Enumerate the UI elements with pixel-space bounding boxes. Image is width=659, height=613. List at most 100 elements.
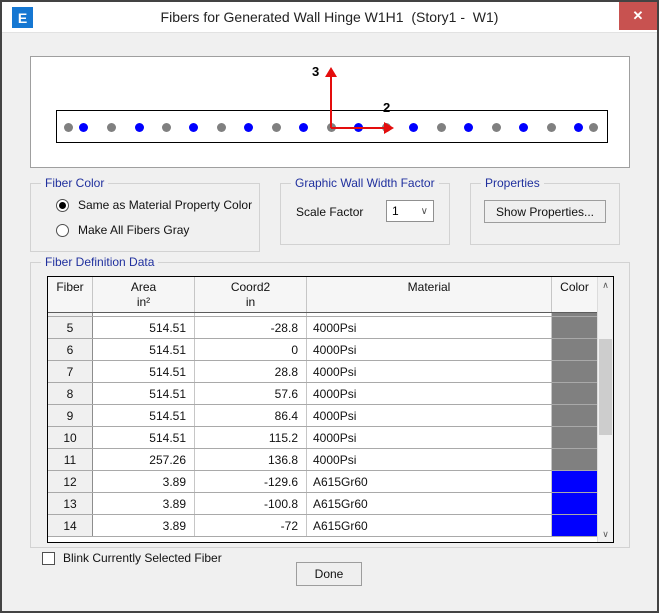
radio-icon[interactable] [56, 199, 69, 212]
color-swatch[interactable] [552, 361, 597, 382]
material-cell[interactable]: 4000Psi [307, 317, 552, 338]
row-header-cell[interactable]: 10 [48, 427, 93, 448]
color-swatch[interactable] [552, 313, 597, 316]
coord2-cell[interactable]: -72 [195, 515, 307, 536]
axis-3-line [330, 75, 332, 128]
table-row: 11257.26136.84000Psi [48, 449, 613, 471]
table-row: 10514.51115.24000Psi [48, 427, 613, 449]
color-swatch[interactable] [552, 471, 597, 492]
color-swatch[interactable] [552, 339, 597, 360]
axis-2-line [331, 127, 386, 129]
axis-2-arrowhead-icon [384, 122, 394, 134]
chevron-down-icon: ∨ [421, 206, 433, 217]
coord2-cell[interactable]: -129.6 [195, 471, 307, 492]
properties-group-title: Properties [481, 176, 544, 191]
blink-fiber-option[interactable]: Blink Currently Selected Fiber [42, 551, 222, 565]
coord2-cell[interactable]: 0 [195, 339, 307, 360]
done-button[interactable]: Done [296, 562, 362, 586]
fiber-dot-blue [189, 123, 198, 132]
area-cell[interactable]: 514.51 [93, 317, 195, 338]
color-swatch[interactable] [552, 515, 597, 536]
radio-label: Same as Material Property Color [78, 198, 252, 212]
area-cell[interactable]: 514.51 [93, 383, 195, 404]
material-cell[interactable]: 4000Psi [307, 339, 552, 360]
color-swatch[interactable] [552, 383, 597, 404]
row-header-cell[interactable]: 14 [48, 515, 93, 536]
table-row: 7514.5128.84000Psi [48, 361, 613, 383]
color-swatch[interactable] [552, 449, 597, 470]
row-header-cell[interactable]: 13 [48, 493, 93, 514]
row-header-cell[interactable]: 8 [48, 383, 93, 404]
axis-3-label: 3 [312, 64, 319, 79]
material-cell[interactable]: A615Gr60 [307, 471, 552, 492]
coord2-cell[interactable]: 115.2 [195, 427, 307, 448]
color-swatch[interactable] [552, 405, 597, 426]
area-cell[interactable]: 3.89 [93, 493, 195, 514]
area-cell[interactable]: 257.26 [93, 449, 195, 470]
fiber-dot-gray [437, 123, 446, 132]
scale-factor-dropdown[interactable]: 1 ∨ [386, 200, 434, 222]
area-cell[interactable]: 514.51 [93, 427, 195, 448]
close-button[interactable]: ✕ [619, 2, 657, 30]
radio-same-as-material-color[interactable]: Same as Material Property Color [56, 198, 252, 212]
column-label: Area [131, 280, 156, 295]
radio-make-all-fibers-gray[interactable]: Make All Fibers Gray [56, 223, 189, 237]
area-cell[interactable]: 3.89 [93, 471, 195, 492]
color-swatch[interactable] [552, 493, 597, 514]
area-cell[interactable]: 3.89 [93, 515, 195, 536]
fiber-dot-gray [492, 123, 501, 132]
material-cell[interactable]: A615Gr60 [307, 493, 552, 514]
coord2-cell[interactable]: -28.8 [195, 317, 307, 338]
row-header-cell[interactable]: 5 [48, 317, 93, 338]
properties-group: Properties Show Properties... [470, 183, 620, 245]
column-header-coord2: Coord2 in [195, 277, 307, 312]
fiber-color-group: Fiber Color Same as Material Property Co… [30, 183, 260, 252]
fiber-dot-blue [79, 123, 88, 132]
color-swatch[interactable] [552, 427, 597, 448]
table-row: 5514.51-28.84000Psi [48, 317, 613, 339]
color-swatch[interactable] [552, 317, 597, 338]
material-cell[interactable] [307, 313, 552, 316]
scroll-up-icon[interactable]: ∧ [598, 277, 613, 293]
material-cell[interactable]: 4000Psi [307, 361, 552, 382]
coord2-cell[interactable]: -100.8 [195, 493, 307, 514]
area-cell[interactable]: 514.51 [93, 339, 195, 360]
row-header-cell[interactable]: 6 [48, 339, 93, 360]
table-vertical-scrollbar[interactable]: ∧ ∨ [597, 277, 613, 542]
row-header-cell[interactable] [48, 313, 93, 316]
area-cell[interactable]: 514.51 [93, 405, 195, 426]
scrollbar-thumb[interactable] [599, 339, 612, 435]
material-cell[interactable]: 4000Psi [307, 449, 552, 470]
fiber-dot-gray [272, 123, 281, 132]
column-unit: in² [137, 295, 150, 310]
row-header-cell[interactable]: 11 [48, 449, 93, 470]
coord2-cell[interactable] [195, 313, 307, 316]
blink-fiber-label: Blink Currently Selected Fiber [63, 551, 222, 565]
material-cell[interactable]: 4000Psi [307, 383, 552, 404]
show-properties-button[interactable]: Show Properties... [484, 200, 606, 223]
fiber-dot-gray [107, 123, 116, 132]
fiber-dot-gray [64, 123, 73, 132]
blink-fiber-checkbox[interactable] [42, 552, 55, 565]
radio-icon[interactable] [56, 224, 69, 237]
fiber-definition-group-title: Fiber Definition Data [41, 255, 158, 270]
fiber-dot-gray [589, 123, 598, 132]
scale-factor-label: Scale Factor [296, 205, 363, 219]
coord2-cell[interactable]: 136.8 [195, 449, 307, 470]
scroll-down-icon[interactable]: ∨ [598, 526, 613, 542]
coord2-cell[interactable]: 57.6 [195, 383, 307, 404]
area-cell[interactable]: 514.51 [93, 361, 195, 382]
axis-3-arrowhead-icon [325, 67, 337, 77]
material-cell[interactable]: 4000Psi [307, 427, 552, 448]
fiber-section-canvas: 3 2 [30, 56, 630, 168]
coord2-cell[interactable]: 28.8 [195, 361, 307, 382]
material-cell[interactable]: A615Gr60 [307, 515, 552, 536]
row-header-cell[interactable]: 7 [48, 361, 93, 382]
row-header-cell[interactable]: 9 [48, 405, 93, 426]
coord2-cell[interactable]: 86.4 [195, 405, 307, 426]
row-header-cell[interactable]: 12 [48, 471, 93, 492]
column-label: Coord2 [231, 280, 270, 295]
area-cell[interactable] [93, 313, 195, 316]
fiber-dot-gray [217, 123, 226, 132]
material-cell[interactable]: 4000Psi [307, 405, 552, 426]
